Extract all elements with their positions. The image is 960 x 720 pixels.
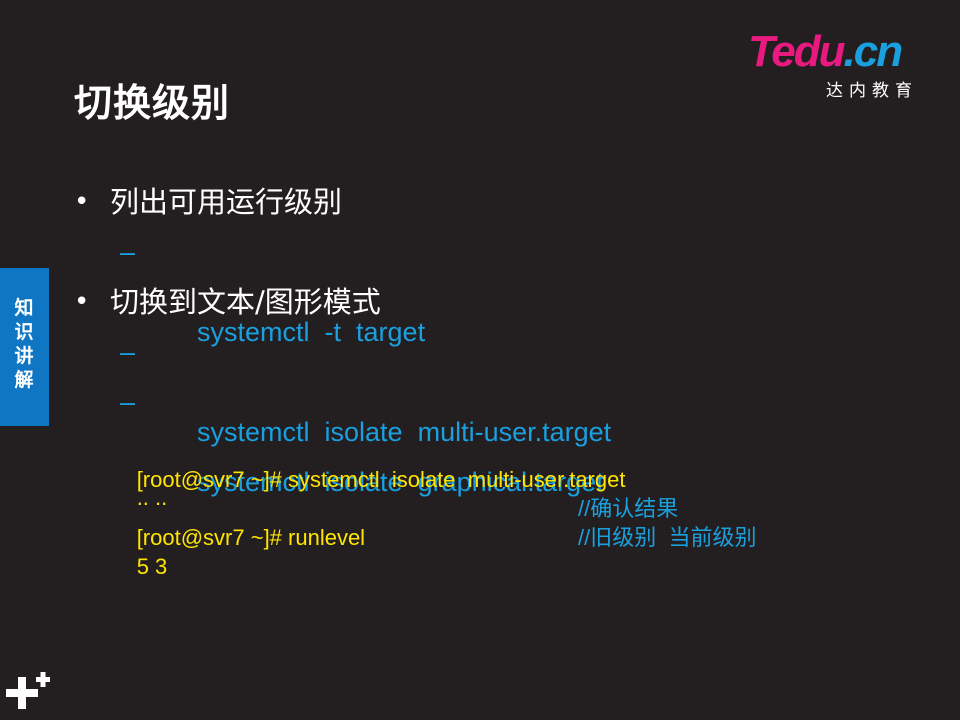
side-tab-char: 识 <box>14 321 34 343</box>
bullet-marker: • <box>74 187 90 217</box>
tedu-logo: Tedu.cn 达内教育 <box>748 27 928 102</box>
sub-bullet-item: – systemctl isolate multi-user.target <box>74 332 934 447</box>
side-tab-char: 知 <box>14 297 34 319</box>
logo-dot: . <box>843 27 855 76</box>
plus-icon <box>6 668 54 716</box>
sub-bullet-marker: – <box>120 387 136 417</box>
logo-letter-t: T <box>748 27 773 76</box>
bullet-text: 切换到文本/图形模式 <box>110 285 381 319</box>
terminal-block: [root@svr7 ~]# systemctl isolate multi-u… <box>100 436 920 579</box>
side-tab: 知 识 讲 解 <box>0 268 49 426</box>
terminal-line: .. .. <box>100 465 920 509</box>
page-title: 切换级别 <box>74 81 231 125</box>
terminal-comment: //确认结果 <box>578 496 679 521</box>
bullet-item: • 列出可用运行级别 <box>74 182 934 232</box>
logo-wordmark: Tedu.cn <box>748 27 903 76</box>
bullet-marker: • <box>74 287 90 317</box>
logo-edu: edu <box>771 27 845 76</box>
terminal-line: 5 3 //旧级别 当前级别 <box>100 523 920 579</box>
bullet-text: 列出可用运行级别 <box>110 185 343 219</box>
sub-bullet-marker: – <box>120 237 136 267</box>
side-tab-char: 解 <box>14 369 34 391</box>
terminal-line: [root@svr7 ~]# systemctl isolate multi-u… <box>100 436 920 492</box>
sub-bullet-item: – systemctl isolate graphical.target <box>74 382 934 497</box>
side-tab-label: 知 识 讲 解 <box>12 296 36 392</box>
terminal-line: [root@svr7 ~]# runlevel //确认结果 <box>100 494 920 550</box>
terminal-output: 5 3 <box>136 554 168 579</box>
bullet-item: • 切换到文本/图形模式 <box>74 282 934 332</box>
terminal-comment: //旧级别 当前级别 <box>578 525 757 550</box>
logo-subtitle: 达内教育 <box>826 81 918 101</box>
logo-cn: cn <box>853 27 903 76</box>
sub-bullet-item: – systemctl -t target <box>74 232 934 347</box>
bullet-list: • 列出可用运行级别 – systemctl -t target • 切换到文本… <box>74 182 934 497</box>
side-tab-char: 讲 <box>14 345 34 367</box>
slide: 切换级别 Tedu.cn 达内教育 知 识 讲 解 • 列出可用运行级别 – s… <box>0 0 960 720</box>
sub-bullet-marker: – <box>120 337 136 367</box>
